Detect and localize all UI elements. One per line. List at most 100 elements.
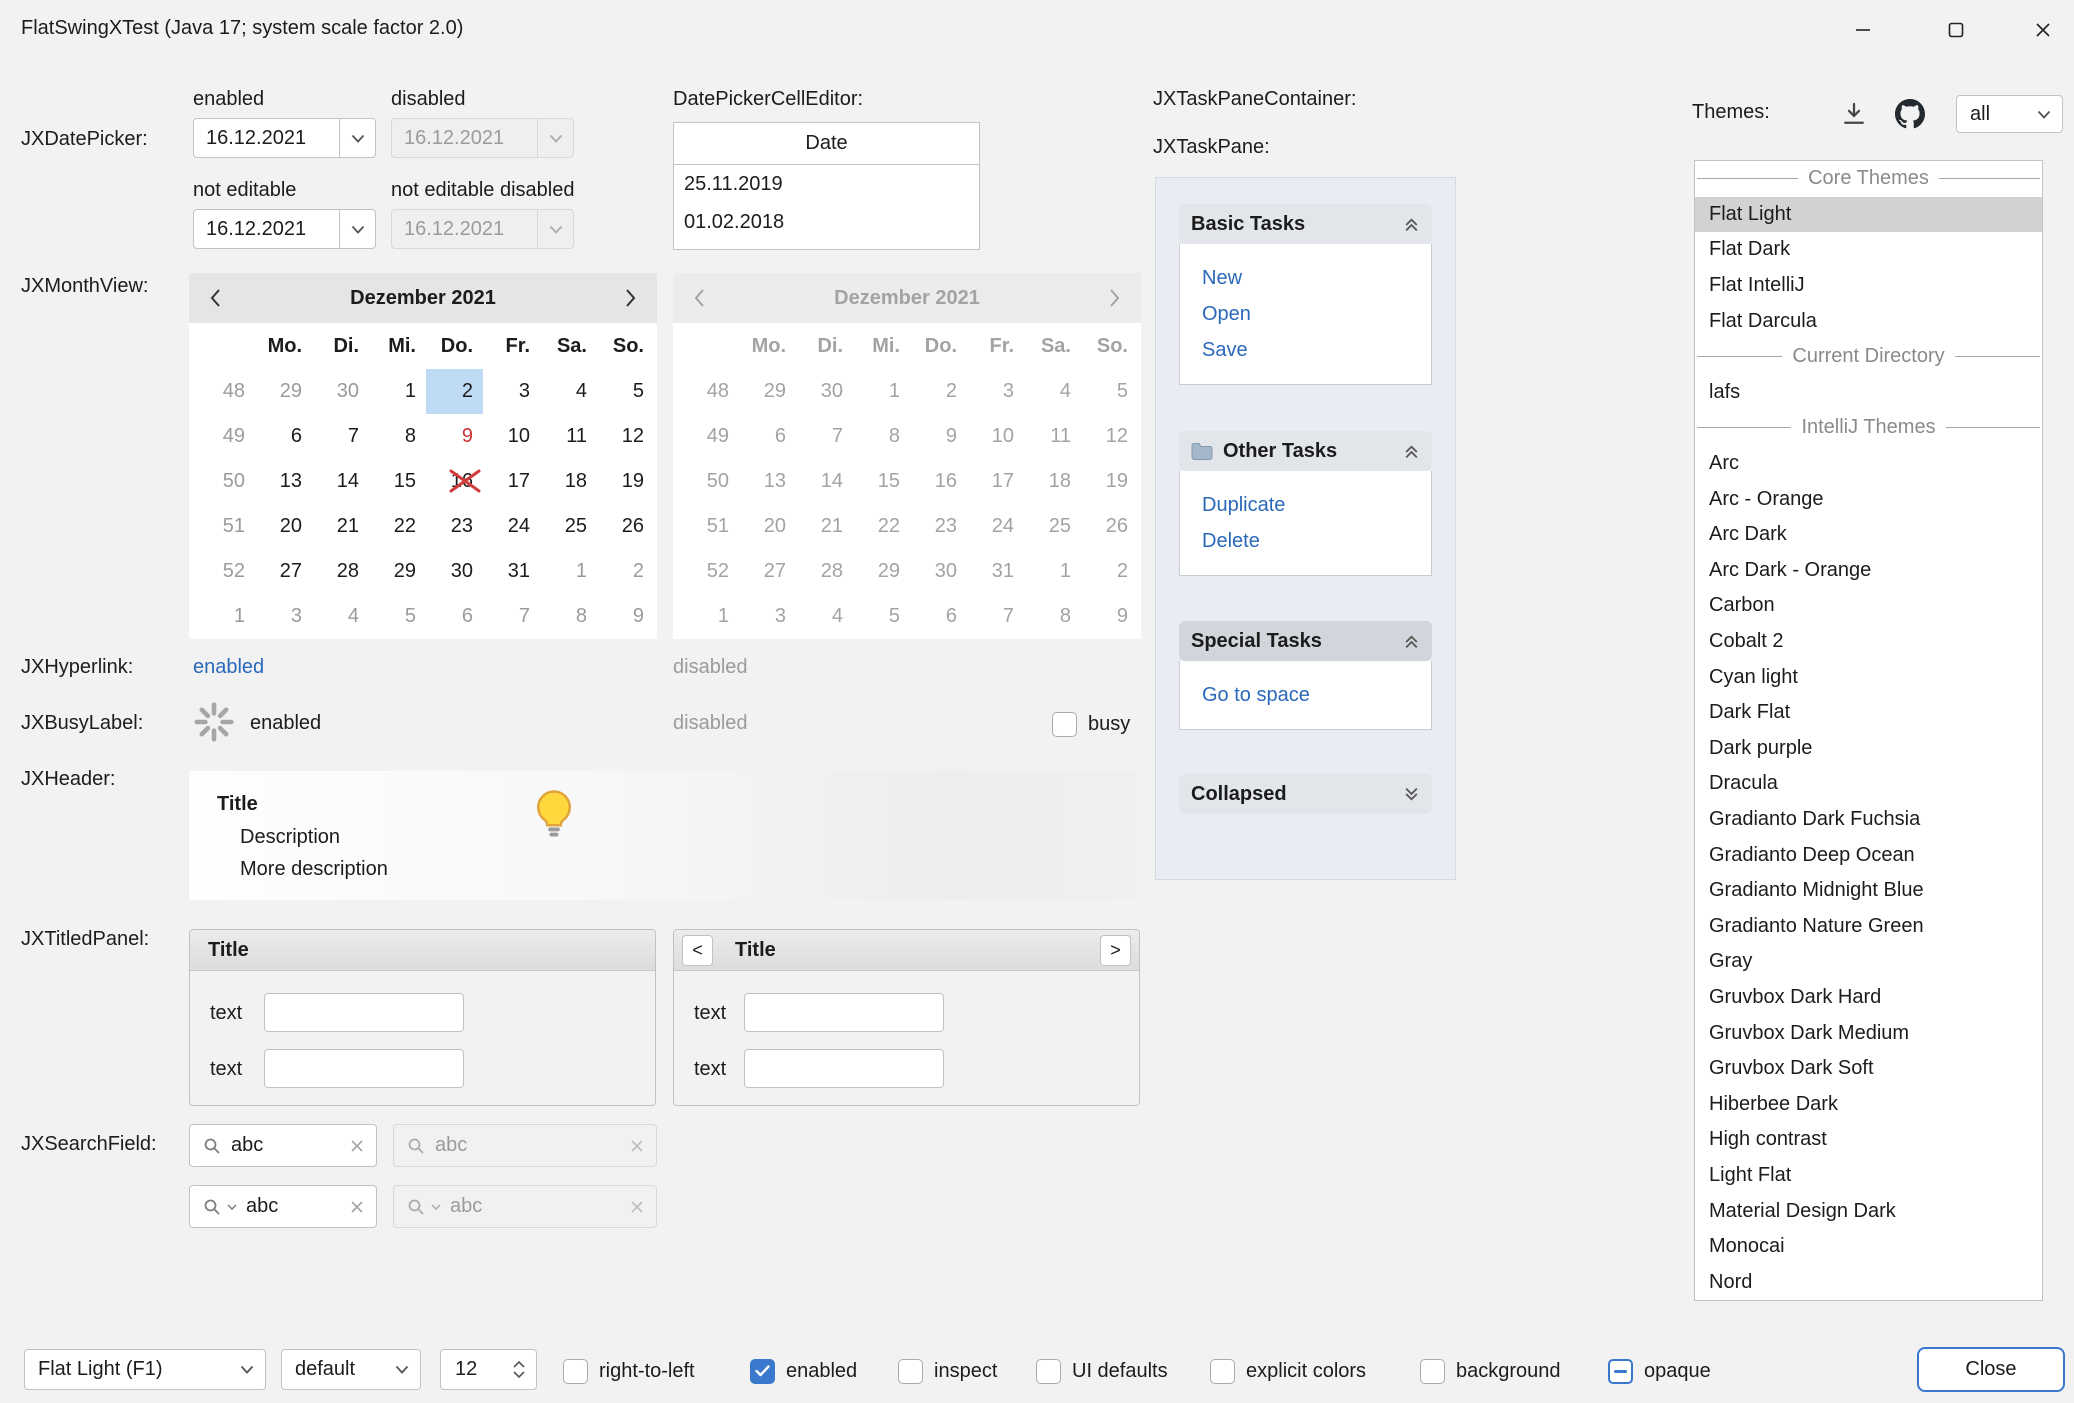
table-row[interactable]: 25.11.2019	[674, 165, 979, 203]
theme-item[interactable]: Gruvbox Dark Medium	[1695, 1015, 2042, 1051]
search-input[interactable]: abc	[231, 1134, 341, 1157]
minimize-button[interactable]	[1832, 0, 1894, 60]
day-cell[interactable]: 1	[540, 549, 597, 594]
themes-list[interactable]: Core ThemesFlat LightFlat DarkFlat Intel…	[1694, 160, 2043, 1301]
text-input[interactable]	[264, 1049, 464, 1088]
taskpane-header[interactable]: Basic Tasks	[1179, 204, 1432, 244]
theme-item[interactable]: Cyan light	[1695, 659, 2042, 695]
text-input[interactable]	[264, 993, 464, 1032]
day-cell[interactable]: 8	[369, 414, 426, 459]
theme-item[interactable]: Flat Dark	[1695, 232, 2042, 268]
search-menu-caret-icon[interactable]	[227, 1204, 237, 1210]
themes-filter-combobox[interactable]: all	[1956, 95, 2063, 133]
theme-item[interactable]: Arc Dark - Orange	[1695, 553, 2042, 589]
day-cell[interactable]: 12	[597, 414, 654, 459]
search-field-with-menu-enabled[interactable]: abc	[189, 1185, 377, 1228]
prev-month-icon[interactable]	[209, 288, 221, 308]
checkbox-box[interactable]	[898, 1359, 923, 1384]
day-cell[interactable]: 2	[426, 369, 483, 414]
clear-icon[interactable]	[350, 1139, 364, 1153]
theme-item[interactable]: Arc - Orange	[1695, 481, 2042, 517]
theme-item[interactable]: Gruvbox Dark Hard	[1695, 980, 2042, 1016]
title-right-button[interactable]: >	[1100, 935, 1131, 966]
theme-item[interactable]: Arc	[1695, 446, 2042, 482]
theme-item[interactable]: Monocai	[1695, 1229, 2042, 1265]
day-cell[interactable]: 5	[597, 369, 654, 414]
day-cell[interactable]: 7	[483, 594, 540, 639]
day-cell[interactable]: 30	[426, 549, 483, 594]
search-field-enabled[interactable]: abc	[189, 1124, 377, 1167]
day-cell[interactable]: 7	[312, 414, 369, 459]
font-size-spinner[interactable]: 12	[440, 1349, 537, 1390]
theme-item[interactable]: Dracula	[1695, 766, 2042, 802]
theme-item[interactable]: Arc Dark	[1695, 517, 2042, 553]
day-cell[interactable]: 4	[312, 594, 369, 639]
theme-item[interactable]: Dark Flat	[1695, 695, 2042, 731]
day-cell[interactable]: 25	[540, 504, 597, 549]
day-cell[interactable]: 31	[483, 549, 540, 594]
collapse-chevron-up-icon[interactable]	[1403, 216, 1420, 233]
close-window-button[interactable]	[2012, 0, 2074, 60]
day-cell[interactable]: 24	[483, 504, 540, 549]
day-cell[interactable]: 16	[426, 459, 483, 504]
theme-item[interactable]: Gradianto Deep Ocean	[1695, 837, 2042, 873]
checkbox-box[interactable]	[563, 1359, 588, 1384]
checkbox-ui-defaults[interactable]: UI defaults	[1036, 1358, 1168, 1384]
day-cell[interactable]: 2	[597, 549, 654, 594]
day-cell[interactable]: 9	[597, 594, 654, 639]
download-themes-button[interactable]	[1838, 98, 1870, 130]
datepicker-enabled[interactable]: 16.12.2021	[193, 118, 376, 158]
monthview-enabled[interactable]: Dezember 2021Mo.Di.Mi.Do.Fr.Sa.So.482930…	[189, 273, 657, 639]
theme-item[interactable]: Carbon	[1695, 588, 2042, 624]
checkbox-right-to-left[interactable]: right-to-left	[563, 1358, 695, 1384]
day-cell[interactable]: 11	[540, 414, 597, 459]
close-button[interactable]: Close	[1917, 1347, 2065, 1392]
day-cell[interactable]: 22	[369, 504, 426, 549]
day-cell[interactable]: 28	[312, 549, 369, 594]
spinner-down-icon[interactable]	[513, 1371, 525, 1378]
theme-item[interactable]: Gray	[1695, 944, 2042, 980]
day-cell[interactable]: 10	[483, 414, 540, 459]
checkbox-enabled[interactable]: enabled	[750, 1358, 857, 1384]
theme-item[interactable]: Flat Light	[1695, 197, 2042, 233]
table-column-header[interactable]: Date	[674, 123, 979, 165]
day-cell[interactable]: 18	[540, 459, 597, 504]
day-cell[interactable]: 26	[597, 504, 654, 549]
github-button[interactable]	[1894, 98, 1926, 130]
busy-checkbox[interactable]: busy	[1052, 711, 1130, 737]
taskpane-link[interactable]: New	[1202, 260, 1431, 296]
laf-combobox[interactable]: Flat Light (F1)	[24, 1349, 266, 1390]
theme-item[interactable]: Gradianto Midnight Blue	[1695, 873, 2042, 909]
search-input[interactable]: abc	[246, 1195, 341, 1218]
theme-item[interactable]: Light Flat	[1695, 1158, 2042, 1194]
style-combobox[interactable]: default	[281, 1349, 421, 1390]
taskpane-link[interactable]: Duplicate	[1202, 487, 1431, 523]
title-bar[interactable]: FlatSwingXTest (Java 17; system scale fa…	[0, 0, 2074, 60]
day-cell[interactable]: 14	[312, 459, 369, 504]
checkbox-box[interactable]	[1608, 1359, 1633, 1384]
taskpane-link[interactable]: Save	[1202, 332, 1431, 368]
checkbox-box[interactable]	[1052, 712, 1077, 737]
theme-item[interactable]: Gradianto Nature Green	[1695, 908, 2042, 944]
datepicker-not-editable[interactable]: 16.12.2021	[193, 209, 376, 249]
taskpane-link[interactable]: Delete	[1202, 523, 1431, 559]
chevron-down-icon[interactable]	[339, 210, 375, 248]
taskpane-header[interactable]: Other Tasks	[1179, 431, 1432, 471]
day-cell[interactable]: 13	[255, 459, 312, 504]
day-cell[interactable]: 29	[369, 549, 426, 594]
day-cell[interactable]: 30	[312, 369, 369, 414]
day-cell[interactable]: 8	[540, 594, 597, 639]
checkbox-box[interactable]	[750, 1359, 775, 1384]
expand-chevron-down-icon[interactable]	[1403, 786, 1420, 803]
taskpane-header[interactable]: Collapsed	[1179, 774, 1432, 814]
theme-item[interactable]: Flat IntelliJ	[1695, 268, 2042, 304]
chevron-down-icon[interactable]	[339, 119, 375, 157]
theme-item[interactable]: Nord	[1695, 1264, 2042, 1300]
spinner-value[interactable]: 12	[441, 1358, 502, 1381]
maximize-button[interactable]	[1925, 0, 1987, 60]
text-input[interactable]	[744, 1049, 944, 1088]
theme-item[interactable]: Gruvbox Dark Soft	[1695, 1051, 2042, 1087]
checkbox-box[interactable]	[1036, 1359, 1061, 1384]
day-cell[interactable]: 9	[426, 414, 483, 459]
theme-item[interactable]: Hiberbee Dark	[1695, 1086, 2042, 1122]
